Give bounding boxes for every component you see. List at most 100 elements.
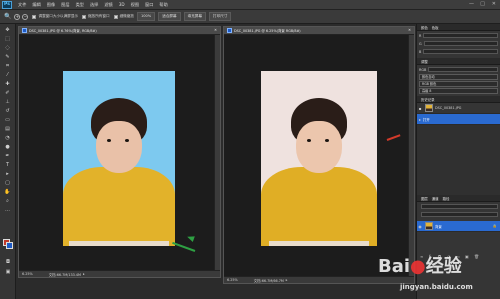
tab-color[interactable]: 颜色 xyxy=(421,25,428,30)
quick-select-tool-icon[interactable]: ✎ xyxy=(3,53,13,60)
photo-face xyxy=(296,121,342,173)
tab-swatches[interactable]: 色板 xyxy=(432,25,439,30)
eyedropper-tool-icon[interactable]: ⁄ xyxy=(3,71,13,78)
crop-tool-icon[interactable]: ⌗ xyxy=(3,62,13,69)
zoom-out-icon[interactable]: − xyxy=(22,13,29,20)
menu-window[interactable]: 窗口 xyxy=(145,2,153,8)
more-tools-icon[interactable]: … xyxy=(3,206,13,213)
tab-paths[interactable]: 路径 xyxy=(443,196,450,201)
lasso-tool-icon[interactable]: ◌ xyxy=(3,44,13,51)
close-icon[interactable]: ✕ xyxy=(492,1,496,7)
close-icon[interactable]: ✕ xyxy=(214,28,217,32)
eraser-tool-icon[interactable]: ▭ xyxy=(3,116,13,123)
history-snapshot[interactable]: ▪ DSC_00381.JPG xyxy=(417,103,500,114)
document-tab[interactable]: DSC_00381.JPG @ 6.25%(背景 RGB/8#) ✕ xyxy=(224,27,414,35)
clone-stamp-tool-icon[interactable]: ⊥ xyxy=(3,98,13,105)
red-field[interactable] xyxy=(423,33,498,38)
new-layer-icon[interactable]: ▣ xyxy=(465,254,471,259)
background-color-swatch[interactable] xyxy=(6,242,13,249)
dodge-tool-icon[interactable]: ● xyxy=(3,143,13,150)
layers-empty-area xyxy=(417,232,500,252)
menu-layer[interactable]: 图层 xyxy=(61,2,69,8)
pen-tool-icon[interactable]: ✒ xyxy=(3,152,13,159)
fit-screen-button[interactable]: 适合屏幕 xyxy=(158,12,181,21)
green-field[interactable] xyxy=(423,41,498,46)
channel-field[interactable] xyxy=(428,67,498,72)
menu-help[interactable]: 帮助 xyxy=(159,2,167,8)
path-select-tool-icon[interactable]: ▸ xyxy=(3,170,13,177)
status-menu-icon[interactable]: ▸ xyxy=(83,272,85,276)
mode-dropdown[interactable]: 颜色自动 xyxy=(419,74,498,80)
photo-eye xyxy=(307,139,311,142)
resize-windows-checkbox[interactable]: 调整窗口大小以满屏显示 xyxy=(32,14,78,19)
history-item-open[interactable]: ▸ 打开 xyxy=(417,114,500,125)
menu-filter[interactable]: 滤镜 xyxy=(104,2,112,8)
photoshop-logo: Ps xyxy=(2,0,12,9)
menu-type[interactable]: 类型 xyxy=(76,2,84,8)
visibility-eye-icon[interactable]: ◉ xyxy=(417,224,423,229)
bit-depth-dropdown[interactable]: 高级 8 xyxy=(419,88,498,94)
photo-face xyxy=(96,121,142,173)
blue-field[interactable] xyxy=(423,49,498,54)
photo-pants xyxy=(269,241,369,246)
vertical-scrollbar[interactable] xyxy=(408,35,414,278)
watermark-logo: Bai●经验 xyxy=(378,256,462,277)
hand-tool-icon[interactable]: ✋ xyxy=(3,188,13,195)
marquee-tool-icon[interactable]: ⬚ xyxy=(3,35,13,42)
tools-panel: ✥ ⬚ ◌ ✎ ⌗ ⁄ ✚ ✐ ⊥ ↺ ▭ ▤ ◔ ● ✒ T ▸ ▢ ✋ ⌕ … xyxy=(0,24,16,299)
blur-tool-icon[interactable]: ◔ xyxy=(3,134,13,141)
document-window-original[interactable]: DSC_00381.JPG @ 6.76%(背景, RGB/8#) ✕ 6.25… xyxy=(18,26,221,278)
document-tab[interactable]: DSC_00381.JPG @ 6.76%(背景, RGB/8#) ✕ xyxy=(19,27,220,35)
layer-filter-field[interactable] xyxy=(421,204,498,209)
brush-tool-icon[interactable]: ✐ xyxy=(3,89,13,96)
shape-tool-icon[interactable]: ▢ xyxy=(3,179,13,186)
actual-pixels-button[interactable]: 100% xyxy=(136,12,156,21)
zoom-tool-icon: 🔍 xyxy=(4,13,12,20)
close-icon[interactable]: ✕ xyxy=(408,28,411,32)
zoom-tool-icon[interactable]: ⌕ xyxy=(3,197,13,204)
maximize-icon[interactable]: □ xyxy=(480,1,485,7)
layer-filter-row xyxy=(419,203,498,210)
canvas-area[interactable] xyxy=(19,35,214,272)
menu-edit[interactable]: 编辑 xyxy=(32,2,40,8)
type-tool-icon[interactable]: T xyxy=(3,161,13,168)
status-bar: 6.25% 文档:66.7M/133.4M ▸ xyxy=(19,270,220,277)
history-empty-area xyxy=(417,125,500,195)
zoom-level[interactable]: 6.25% xyxy=(227,278,238,282)
quick-mask-icon[interactable]: ◘ xyxy=(3,258,13,265)
menu-select[interactable]: 选择 xyxy=(90,2,98,8)
document-window-edited[interactable]: DSC_00381.JPG @ 6.25%(背景 RGB/8#) ✕ 6.25%… xyxy=(223,26,415,284)
photo-coat xyxy=(63,167,175,246)
blend-mode-dropdown[interactable] xyxy=(421,212,498,217)
gradient-tool-icon[interactable]: ▤ xyxy=(3,125,13,132)
checkbox-icon xyxy=(32,14,37,19)
tab-layers[interactable]: 图层 xyxy=(421,196,428,201)
vertical-scrollbar[interactable] xyxy=(214,35,220,272)
menu-view[interactable]: 视图 xyxy=(131,2,139,8)
canvas-area[interactable] xyxy=(224,35,408,278)
photo-pants xyxy=(69,241,169,246)
zoom-level[interactable]: 6.25% xyxy=(22,272,33,276)
status-menu-icon[interactable]: ▸ xyxy=(286,278,288,282)
menu-file[interactable]: 文件 xyxy=(18,2,26,8)
baidu-paw-icon: ● xyxy=(410,256,426,277)
zoom-in-icon[interactable]: + xyxy=(14,13,21,20)
scrubby-zoom-checkbox[interactable]: 细微缩放 xyxy=(113,14,134,19)
photo-eye xyxy=(107,139,111,142)
tab-channels[interactable]: 通道 xyxy=(432,196,439,201)
screen-mode-icon[interactable]: ▣ xyxy=(3,268,13,275)
trash-icon[interactable]: 🗑 xyxy=(474,254,480,259)
document-icon xyxy=(227,28,232,33)
healing-brush-tool-icon[interactable]: ✚ xyxy=(3,80,13,87)
layer-background[interactable]: ◉ 背景 🔒 xyxy=(417,221,500,232)
zoom-all-windows-checkbox[interactable]: 缩放所有窗口 xyxy=(82,14,110,19)
fill-screen-button[interactable]: 填充屏幕 xyxy=(183,12,206,21)
color-mode-dropdown[interactable]: RGB 颜色 xyxy=(419,81,498,87)
print-size-button[interactable]: 打印尺寸 xyxy=(208,12,232,21)
minimize-icon[interactable]: — xyxy=(469,1,474,7)
menu-image[interactable]: 图像 xyxy=(47,2,55,8)
color-row: R xyxy=(419,32,498,39)
history-brush-tool-icon[interactable]: ↺ xyxy=(3,107,13,114)
move-tool-icon[interactable]: ✥ xyxy=(3,26,13,33)
menu-3d[interactable]: 3D xyxy=(119,2,125,7)
